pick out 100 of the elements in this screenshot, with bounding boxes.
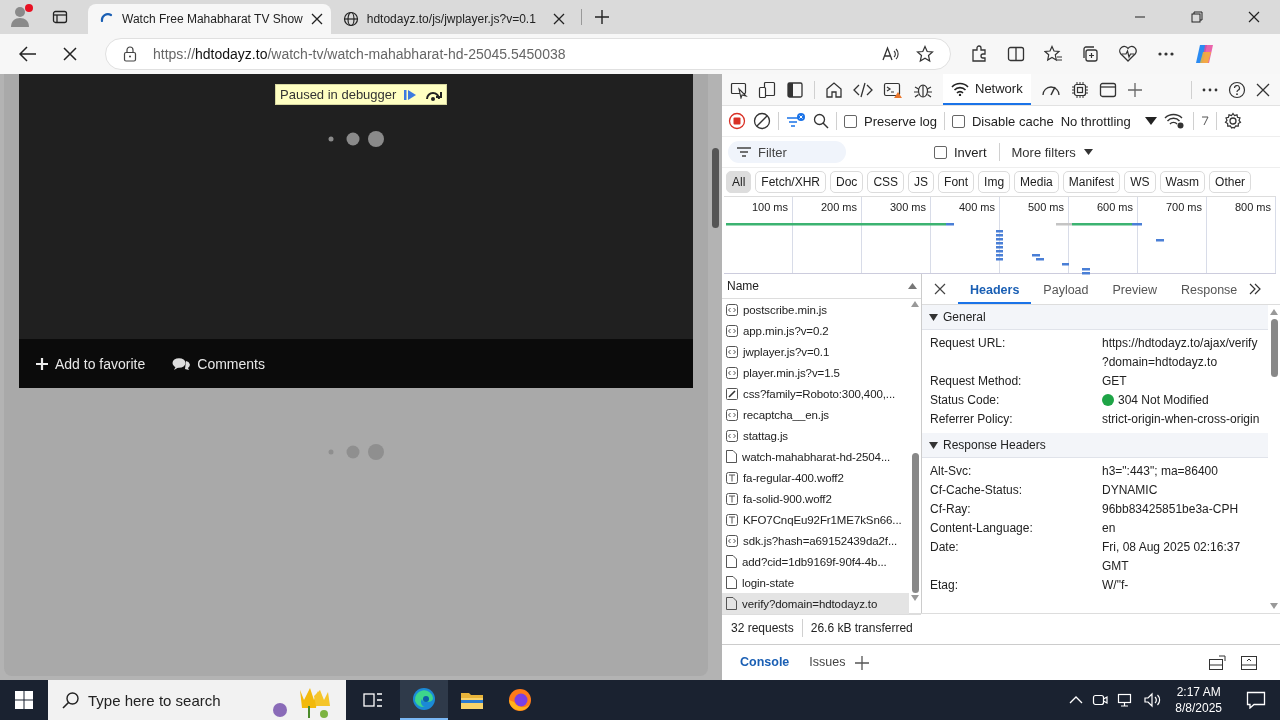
disable-cache-checkbox[interactable]: Disable cache xyxy=(952,113,1054,129)
type-filter-chip[interactable]: Manifest xyxy=(1062,171,1121,194)
dock-icon[interactable] xyxy=(786,80,804,99)
record-icon[interactable] xyxy=(728,112,746,131)
request-row[interactable]: fa-solid-900.woff2 xyxy=(722,488,909,509)
request-row[interactable]: css?family=Roboto:300,400,... xyxy=(722,383,909,404)
puzzle-icon[interactable] xyxy=(970,45,988,63)
search-icon[interactable] xyxy=(813,113,829,130)
request-row[interactable]: fa-regular-400.woff2 xyxy=(722,467,909,488)
dock-bottom-icon[interactable] xyxy=(1240,654,1258,671)
type-filter-chip[interactable]: Fetch/XHR xyxy=(755,171,827,194)
request-row[interactable]: sdk.js?hash=a69152439da2f... xyxy=(722,530,909,551)
split-screen-icon[interactable] xyxy=(1007,45,1025,63)
scrollbar-thumb[interactable] xyxy=(712,148,719,228)
plus-icon[interactable] xyxy=(1126,81,1143,98)
stop-icon[interactable] xyxy=(63,47,77,61)
request-row[interactable]: recaptcha__en.js xyxy=(722,404,909,425)
restore-icon[interactable] xyxy=(1191,11,1203,23)
scroll-up-icon[interactable] xyxy=(1270,309,1278,315)
close-icon[interactable] xyxy=(552,13,565,25)
scrollbar-thumb[interactable] xyxy=(911,453,919,593)
sort-up-icon[interactable] xyxy=(908,283,917,289)
type-filter-chip[interactable]: Font xyxy=(938,171,975,194)
chevron-double-right-icon[interactable] xyxy=(1249,283,1262,295)
meet-now-icon[interactable] xyxy=(1092,692,1109,708)
detail-tab[interactable]: Preview xyxy=(1100,274,1169,304)
type-filter-chip[interactable]: WS xyxy=(1124,171,1156,194)
type-filter-chip[interactable]: All xyxy=(726,171,752,194)
close-icon[interactable] xyxy=(1248,11,1260,23)
close-icon[interactable] xyxy=(310,13,323,25)
player-action-link[interactable]: Add to favorite xyxy=(36,355,146,372)
application-icon[interactable] xyxy=(1098,80,1117,99)
new-tab-icon[interactable] xyxy=(580,9,610,25)
task-view-icon[interactable] xyxy=(363,691,383,709)
request-row[interactable]: login-state xyxy=(722,572,909,593)
type-filter-chip[interactable]: Doc xyxy=(830,171,864,194)
clear-icon[interactable] xyxy=(753,112,771,131)
chevron-up-icon[interactable] xyxy=(1069,696,1084,704)
back-arrow-icon[interactable] xyxy=(19,46,37,62)
copilot-icon[interactable] xyxy=(1194,43,1216,65)
drawer-tab[interactable]: Console xyxy=(730,645,800,680)
more-icon[interactable] xyxy=(1202,87,1218,92)
scroll-down-icon[interactable] xyxy=(911,595,919,601)
more-filters-dropdown[interactable]: More filters xyxy=(1011,144,1093,160)
volume-icon[interactable] xyxy=(1144,692,1163,708)
request-row[interactable]: KFO7CnqEu92Fr1ME7kSn66... xyxy=(722,509,909,530)
address-bar[interactable]: https://hdtodayz.to/watch-tv/watch-mahabharat-hd-25045.5450038 xyxy=(105,38,951,70)
detail-tab[interactable]: Payload xyxy=(1031,274,1101,304)
network-tab[interactable]: Network xyxy=(943,74,1031,105)
request-row[interactable]: jwplayer.js?v=0.1 xyxy=(722,341,909,362)
close-icon[interactable] xyxy=(1256,82,1270,97)
type-filter-chip[interactable]: Other xyxy=(1209,171,1252,194)
help-icon[interactable] xyxy=(1228,80,1246,99)
request-row[interactable]: add?cid=1db9169f-90f4-4b... xyxy=(722,551,909,572)
more-icon[interactable] xyxy=(1157,51,1175,57)
home-icon[interactable] xyxy=(825,80,843,99)
favorites-icon[interactable] xyxy=(1044,45,1062,63)
network-settings-icon[interactable] xyxy=(1163,112,1186,131)
filter-field[interactable]: Filter xyxy=(728,141,846,164)
browser-tab[interactable]: hdtodayz.to/js/jwplayer.js?v=0.1 xyxy=(330,4,573,34)
player-action-link[interactable]: Comments xyxy=(172,355,265,372)
console-icon[interactable] xyxy=(883,80,903,99)
drawer-tab[interactable]: Issues xyxy=(799,645,856,680)
request-row[interactable]: player.min.js?v=1.5 xyxy=(722,362,909,383)
code-icon[interactable] xyxy=(853,80,873,99)
profile-icon[interactable] xyxy=(8,3,36,29)
detail-tab[interactable]: Response xyxy=(1169,274,1250,304)
scrollbar-thumb[interactable] xyxy=(1270,319,1278,377)
request-row[interactable]: app.min.js?v=0.2 xyxy=(722,320,909,341)
preserve-log-checkbox[interactable]: Preserve log xyxy=(844,113,937,129)
settings-icon[interactable] xyxy=(1223,112,1242,131)
more-tools-icon[interactable] xyxy=(1200,116,1209,127)
read-aloud-icon[interactable] xyxy=(882,46,900,62)
star-icon[interactable] xyxy=(916,45,934,63)
inspect-icon[interactable] xyxy=(730,80,748,99)
type-filter-chip[interactable]: JS xyxy=(908,171,935,194)
request-row[interactable]: postscribe.min.js xyxy=(722,299,909,320)
section-header[interactable]: General xyxy=(922,305,1268,330)
type-filter-chip[interactable]: Img xyxy=(978,171,1011,194)
device-icon[interactable] xyxy=(758,80,776,99)
request-row[interactable]: stattag.js xyxy=(722,425,909,446)
undock-icon[interactable] xyxy=(1208,654,1226,671)
plus-icon[interactable] xyxy=(855,655,870,670)
tab-actions-icon[interactable] xyxy=(52,9,68,25)
collections-icon[interactable] xyxy=(1081,45,1099,63)
type-filter-chip[interactable]: CSS xyxy=(867,171,905,194)
chip-icon[interactable] xyxy=(1070,80,1089,99)
taskbar-search-field[interactable]: Type here to search xyxy=(48,680,346,720)
taskbar-app-button[interactable] xyxy=(400,680,448,720)
windows-start-icon[interactable] xyxy=(15,691,33,709)
type-filter-chip[interactable]: Wasm xyxy=(1159,171,1206,194)
browser-tab[interactable]: Watch Free Mahabharat TV Show xyxy=(88,4,331,34)
type-filter-chip[interactable]: Media xyxy=(1014,171,1059,194)
close-icon[interactable] xyxy=(934,283,946,295)
section-header[interactable]: Response Headers xyxy=(922,433,1268,458)
scroll-up-icon[interactable] xyxy=(911,301,919,307)
heartbeat-icon[interactable] xyxy=(1118,45,1138,63)
throttling-dropdown[interactable]: No throttling xyxy=(1060,113,1157,129)
scroll-down-icon[interactable] xyxy=(1270,603,1278,609)
notification-icon[interactable] xyxy=(1246,691,1266,709)
